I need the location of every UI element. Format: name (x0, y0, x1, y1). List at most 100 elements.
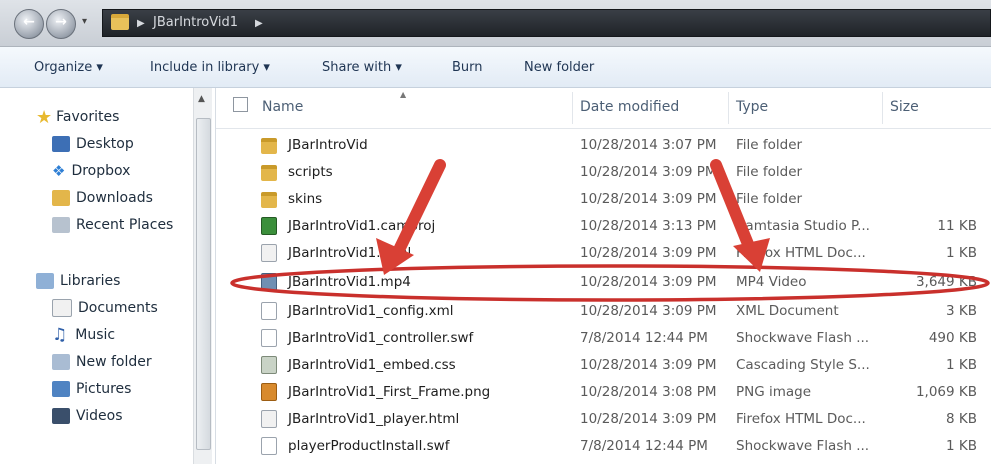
file-date: 10/28/2014 3:08 PM (580, 384, 717, 400)
burn-button[interactable]: Burn (452, 60, 483, 75)
table-row[interactable]: JBarIntroVid1_controller.swf 7/8/2014 12… (216, 325, 991, 352)
sidebar-item-favorites[interactable]: ★ Favorites (36, 106, 119, 128)
folder-icon (261, 165, 277, 181)
recent-locations-icon[interactable]: ▾ (82, 16, 87, 27)
file-size: 8 KB (946, 411, 977, 427)
back-arrow-icon: ← (23, 14, 35, 30)
file-name: JBarIntroVid1_config.xml (288, 303, 454, 319)
file-date: 7/8/2014 12:44 PM (580, 330, 708, 346)
folder-icon (111, 14, 129, 30)
folder-icon (261, 192, 277, 208)
file-type: File folder (736, 164, 803, 180)
command-bar: Organize ▾ Include in library ▾ Share wi… (0, 47, 991, 88)
table-row[interactable]: JBarIntroVid1_player.html 10/28/2014 3:0… (216, 406, 991, 433)
sidebar-item-new-folder[interactable]: New folder (52, 351, 152, 373)
share-with-button[interactable]: Share with ▾ (322, 60, 402, 75)
sidebar-item-label: Music (75, 327, 116, 343)
scroll-up-icon[interactable]: ▲ (198, 94, 205, 104)
xml-file-icon (261, 302, 277, 320)
sidebar-item-label: Favorites (56, 109, 120, 125)
css-file-icon (261, 356, 277, 374)
file-type: File folder (736, 137, 803, 153)
file-date: 10/28/2014 3:09 PM (580, 191, 717, 207)
back-button[interactable]: ← (14, 9, 44, 39)
file-date: 7/8/2014 12:44 PM (580, 438, 708, 454)
column-date-modified[interactable]: Date modified (580, 99, 679, 115)
table-row[interactable]: playerProductInstall.swf 7/8/2014 12:44 … (216, 433, 991, 460)
file-name: JBarIntroVid1.camproj (288, 218, 436, 234)
column-divider[interactable] (882, 92, 883, 124)
sidebar-item-documents[interactable]: Documents (52, 297, 158, 319)
file-size: 1 KB (946, 357, 977, 373)
file-type: Firefox HTML Doc... (736, 411, 866, 427)
star-icon: ★ (36, 106, 53, 128)
sidebar-item-label: Recent Places (76, 217, 174, 233)
videos-icon (52, 408, 70, 424)
column-divider[interactable] (572, 92, 573, 124)
camtasia-icon (261, 217, 277, 235)
sidebar-item-label: Videos (76, 408, 123, 424)
file-type: XML Document (736, 303, 839, 319)
column-header: Name ▲ Date modified Type Size (216, 88, 991, 129)
sidebar-item-music[interactable]: ♫ Music (52, 324, 115, 346)
dropbox-icon: ❖ (52, 162, 66, 180)
sidebar-item-desktop[interactable]: Desktop (52, 133, 134, 155)
file-type: Shockwave Flash ... (736, 438, 870, 454)
file-type: File folder (736, 191, 803, 207)
sidebar-item-recent-places[interactable]: Recent Places (52, 214, 173, 236)
sidebar-item-downloads[interactable]: Downloads (52, 187, 153, 209)
scrollbar-thumb[interactable] (196, 118, 211, 450)
breadcrumb-chevron-icon[interactable]: ▶ (137, 18, 145, 29)
file-type: PNG image (736, 384, 812, 400)
column-name[interactable]: Name (262, 99, 303, 115)
forward-button[interactable]: → (46, 9, 76, 39)
sidebar-item-pictures[interactable]: Pictures (52, 378, 131, 400)
file-name: JBarIntroVid1_controller.swf (288, 330, 474, 346)
table-row[interactable]: JBarIntroVid1_embed.css 10/28/2014 3:09 … (216, 352, 991, 379)
new-folder-button[interactable]: New folder (524, 60, 594, 75)
file-date: 10/28/2014 3:09 PM (580, 245, 717, 261)
table-row[interactable]: skins 10/28/2014 3:09 PM File folder (216, 186, 991, 213)
file-type: Shockwave Flash ... (736, 330, 870, 346)
file-name: playerProductInstall.swf (288, 438, 450, 454)
sidebar-item-libraries[interactable]: Libraries (36, 270, 120, 292)
file-type: Cascading Style S... (736, 357, 870, 373)
table-row[interactable]: JBarIntroVid1_First_Frame.png 10/28/2014… (216, 379, 991, 406)
address-bar[interactable]: ▶ JBarIntroVid1 ▶ (102, 9, 991, 37)
file-size: 1 KB (946, 245, 977, 261)
sidebar-item-videos[interactable]: Videos (52, 405, 123, 427)
file-size: 1,069 KB (915, 384, 977, 400)
table-row[interactable]: JBarIntroVid 10/28/2014 3:07 PM File fol… (216, 132, 991, 159)
html-file-icon (261, 244, 277, 262)
file-date: 10/28/2014 3:09 PM (580, 411, 717, 427)
table-row[interactable]: JBarIntroVid1_config.xml 10/28/2014 3:09… (216, 298, 991, 325)
sidebar-item-dropbox[interactable]: ❖ Dropbox (52, 160, 130, 182)
file-size: 3 KB (946, 303, 977, 319)
column-size[interactable]: Size (890, 99, 919, 115)
column-divider[interactable] (728, 92, 729, 124)
file-date: 10/28/2014 3:13 PM (580, 218, 717, 234)
table-row[interactable]: JBarIntroVid1.mp4 10/28/2014 3:09 PM MP4… (216, 269, 991, 296)
folder-icon (261, 138, 277, 154)
table-row[interactable]: JBarIntroVid1.html 10/28/2014 3:09 PM Fi… (216, 240, 991, 267)
library-folder-icon (52, 354, 70, 370)
swf-file-icon (261, 329, 277, 347)
include-in-library-button[interactable]: Include in library ▾ (150, 60, 270, 75)
organize-button[interactable]: Organize ▾ (34, 60, 103, 75)
file-size: 3,649 KB (915, 274, 977, 290)
pictures-icon (52, 381, 70, 397)
file-name: JBarIntroVid1.mp4 (288, 274, 411, 290)
desktop-icon (52, 136, 70, 152)
table-row[interactable]: JBarIntroVid1.camproj 10/28/2014 3:13 PM… (216, 213, 991, 240)
file-name: JBarIntroVid1_player.html (288, 411, 460, 427)
navigation-scrollbar[interactable]: ▲ (193, 88, 212, 464)
breadcrumb-item[interactable]: JBarIntroVid1 (153, 15, 238, 30)
file-name: JBarIntroVid (288, 137, 368, 153)
file-name: scripts (288, 164, 333, 180)
table-row[interactable]: scripts 10/28/2014 3:09 PM File folder (216, 159, 991, 186)
file-size: 1 KB (946, 438, 977, 454)
select-all-checkbox[interactable] (233, 97, 248, 112)
column-type[interactable]: Type (736, 99, 768, 115)
breadcrumb-chevron-icon[interactable]: ▶ (255, 18, 263, 29)
file-date: 10/28/2014 3:07 PM (580, 137, 717, 153)
